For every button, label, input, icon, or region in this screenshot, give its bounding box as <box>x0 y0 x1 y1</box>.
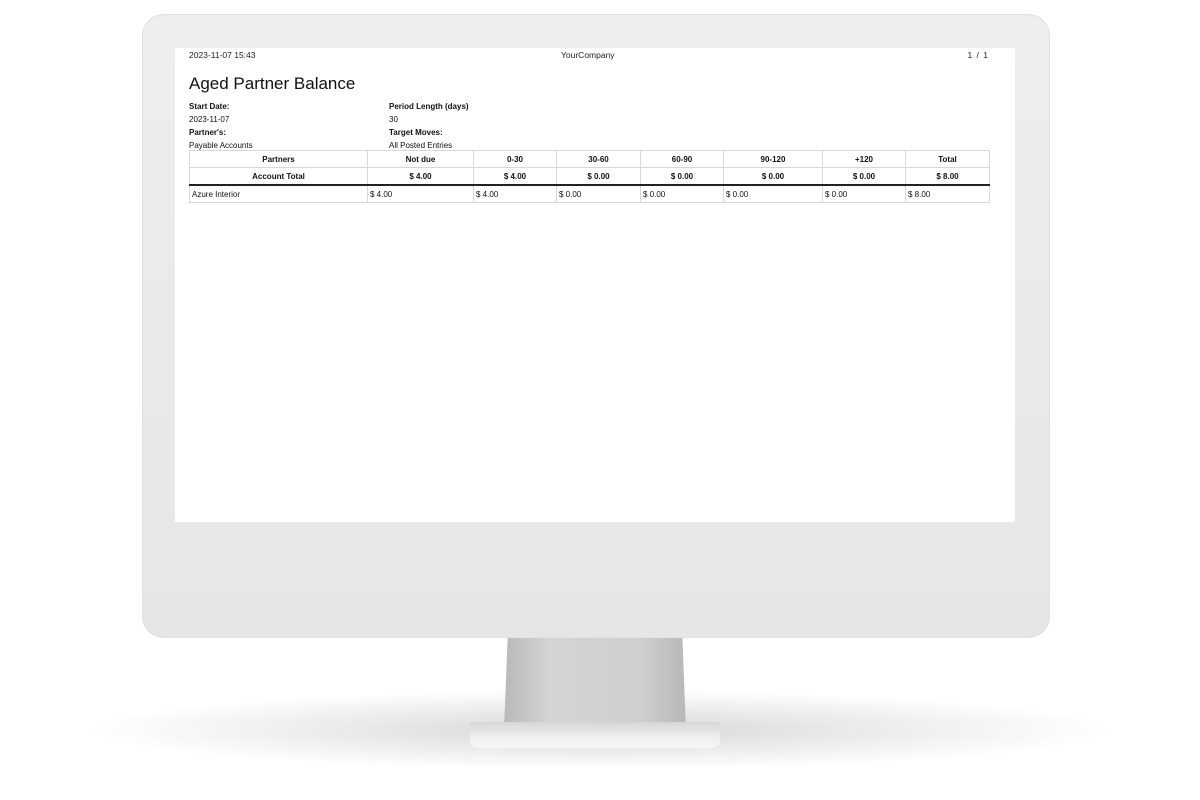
column-header-not-due: Not due <box>367 150 474 168</box>
monitor-stand-base <box>470 722 720 748</box>
column-header-30-60: 30-60 <box>556 150 641 168</box>
account-total-not-due: $ 4.00 <box>367 167 474 186</box>
period-length-label: Period Length (days) <box>389 102 469 111</box>
period-length-value: 30 <box>389 115 398 124</box>
partner-0-30-cell: $ 4.00 <box>473 184 557 203</box>
table-row: Azure Interior $ 4.00 $ 4.00 $ 0.00 $ 0.… <box>189 184 990 203</box>
partner-name-cell: Azure Interior <box>189 184 368 203</box>
filters-left-column: Start Date: 2023-11-07 Partner's: Payabl… <box>189 100 253 152</box>
print-timestamp: 2023-11-07 15:43 <box>189 50 256 60</box>
account-total-120-plus: $ 0.00 <box>822 167 906 186</box>
aged-balance-table: Partners Not due 0-30 30-60 60-90 90-120… <box>189 150 990 203</box>
partner-not-due-cell: $ 4.00 <box>367 184 474 203</box>
account-total-90-120: $ 0.00 <box>723 167 823 186</box>
account-total-30-60: $ 0.00 <box>556 167 641 186</box>
monitor-stand-neck <box>504 638 686 730</box>
print-header: 2023-11-07 15:43 YourCompany 1 / 1 <box>189 48 989 62</box>
account-total-total: $ 8.00 <box>905 167 990 186</box>
column-header-90-120: 90-120 <box>723 150 823 168</box>
column-header-partners: Partners <box>189 150 368 168</box>
partner-90-120-cell: $ 0.00 <box>723 184 823 203</box>
table-header-row: Partners Not due 0-30 30-60 60-90 90-120… <box>189 150 990 168</box>
column-header-0-30: 0-30 <box>473 150 557 168</box>
partner-60-90-cell: $ 0.00 <box>640 184 724 203</box>
report-page: 2023-11-07 15:43 YourCompany 1 / 1 Aged … <box>189 48 990 203</box>
monitor-screen: 2023-11-07 15:43 YourCompany 1 / 1 Aged … <box>175 48 1015 522</box>
partner-total-cell: $ 8.00 <box>905 184 990 203</box>
filters-right-column: Period Length (days) 30 Target Moves: Al… <box>389 100 469 152</box>
account-total-row: Account Total $ 4.00 $ 4.00 $ 0.00 $ 0.0… <box>189 167 990 186</box>
account-total-label: Account Total <box>189 167 368 186</box>
aged-balance-table-wrapper: Partners Not due 0-30 30-60 60-90 90-120… <box>189 150 990 203</box>
partner-30-60-cell: $ 0.00 <box>556 184 641 203</box>
account-total-0-30: $ 4.00 <box>473 167 557 186</box>
column-header-60-90: 60-90 <box>640 150 724 168</box>
column-header-total: Total <box>905 150 990 168</box>
column-header-120-plus: +120 <box>822 150 906 168</box>
target-moves-label: Target Moves: <box>389 128 443 137</box>
page-counter: 1 / 1 <box>967 50 989 60</box>
company-name: YourCompany <box>561 50 615 60</box>
partners-label: Partner's: <box>189 128 227 137</box>
report-title: Aged Partner Balance <box>189 74 356 93</box>
desktop-stage: 2023-11-07 15:43 YourCompany 1 / 1 Aged … <box>0 0 1200 800</box>
account-total-60-90: $ 0.00 <box>640 167 724 186</box>
start-date-label: Start Date: <box>189 102 230 111</box>
partner-120-plus-cell: $ 0.00 <box>822 184 906 203</box>
start-date-value: 2023-11-07 <box>189 115 230 124</box>
